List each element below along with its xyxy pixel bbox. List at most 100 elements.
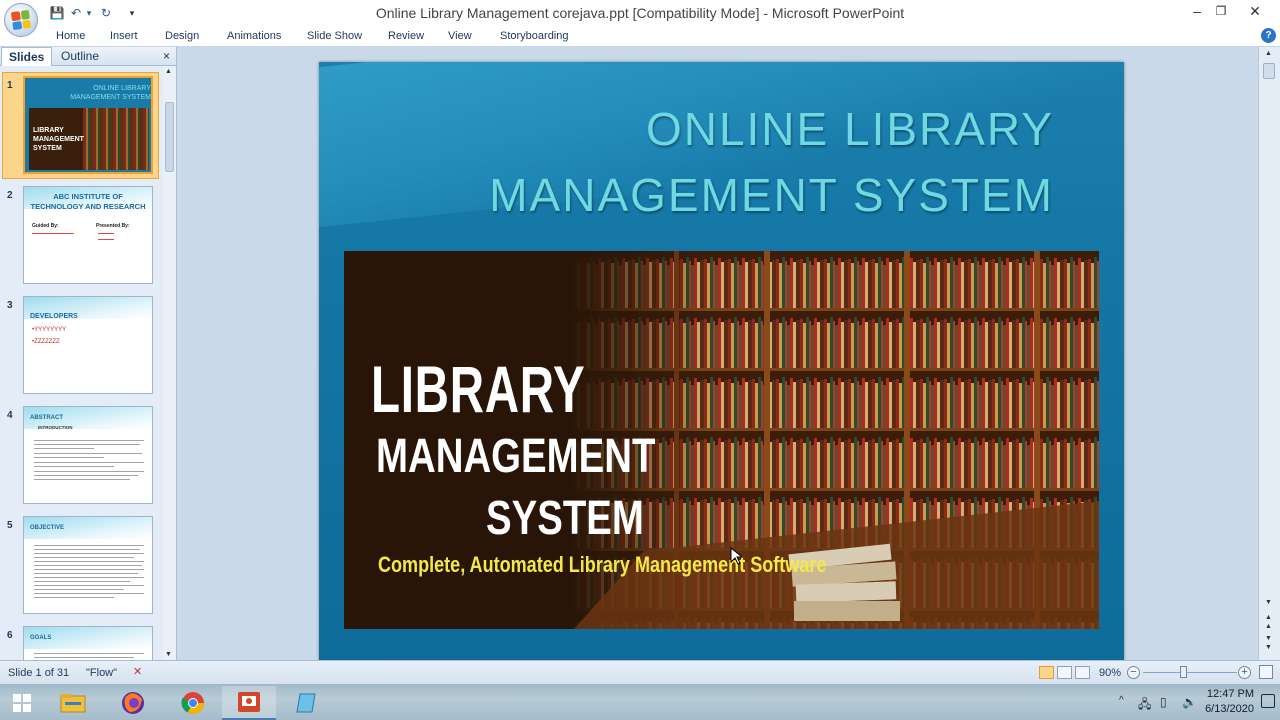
thumb-presented-label: Presented By:: [96, 223, 130, 229]
thumb-text-line: [34, 479, 130, 480]
tab-design[interactable]: Design: [165, 30, 199, 42]
taskbar-firefox[interactable]: [106, 686, 160, 720]
normal-view-button[interactable]: [1039, 666, 1054, 679]
thumb-text-line: [32, 233, 74, 234]
network-icon[interactable]: 🖧: [1138, 695, 1151, 716]
fit-to-window-button[interactable]: [1259, 665, 1273, 679]
zoom-slider[interactable]: [1143, 672, 1237, 673]
thumb-text-line: [34, 585, 144, 586]
taskbar-chrome[interactable]: [166, 686, 220, 720]
tab-insert[interactable]: Insert: [110, 30, 138, 42]
slide-sorter-button[interactable]: [1057, 666, 1072, 679]
powerpoint-icon: [238, 692, 260, 712]
help-icon[interactable]: ?: [1261, 28, 1276, 43]
power-icon[interactable]: ▯: [1160, 695, 1167, 709]
slide-preview: OBJECTIVE: [23, 516, 153, 614]
thumb-text-line: [34, 577, 144, 578]
previous-slide-icon[interactable]: ▲: [1265, 623, 1272, 630]
thumb-text-line: [34, 581, 130, 582]
slide-number: 1: [7, 80, 13, 91]
chrome-icon: [181, 692, 204, 714]
tab-slides[interactable]: Slides: [1, 47, 53, 66]
taskbar-powerpoint[interactable]: [222, 686, 276, 720]
thumb-text-line: [34, 561, 144, 562]
banner-title-line-3: SYSTEM: [486, 492, 644, 545]
thumb-title: OBJECTIVE: [30, 525, 65, 531]
thumb-text-line: [34, 466, 114, 467]
scrollbar-thumb[interactable]: [165, 102, 174, 172]
thumb-text-line: [34, 453, 142, 454]
close-button[interactable]: ✕: [1240, 0, 1270, 22]
scrollbar-thumb[interactable]: [1263, 63, 1275, 79]
thumb-text-line: [34, 573, 138, 574]
library-banner-image[interactable]: LIBRARY MANAGEMENT SYSTEM Complete, Auto…: [344, 251, 1099, 629]
scroll-down-icon[interactable]: ▼: [165, 651, 172, 658]
thumb-text-line: [34, 565, 142, 566]
thumb-guided-label: Guided By:: [32, 223, 59, 229]
zoom-level[interactable]: 90%: [1099, 667, 1121, 679]
windows-logo-icon: [13, 694, 31, 712]
thumb-text-line: [34, 597, 114, 598]
scroll-up-icon[interactable]: ▲: [165, 68, 172, 75]
thumb-title: GOALS: [30, 635, 52, 641]
tab-animations[interactable]: Animations: [227, 30, 281, 42]
restore-button[interactable]: ❐: [1206, 0, 1236, 22]
window-title: Online Library Management corejava.ppt […: [375, 5, 905, 21]
clock-date[interactable]: 6/13/2020: [1184, 703, 1254, 715]
thumb-text-line: [34, 593, 144, 594]
banner-title-line-2: MANAGEMENT: [376, 430, 656, 483]
thumb-title: ONLINE LIBRARY MANAGEMENT SYSTEM: [70, 85, 151, 101]
slide-title-line-2[interactable]: MANAGEMENT SYSTEM: [489, 168, 1054, 222]
thumb-text-line: [34, 457, 104, 458]
zoom-in-button[interactable]: +: [1238, 666, 1251, 679]
slide-preview: ABSTRACT INTRODUCTION: [23, 406, 153, 504]
slide-show-button[interactable]: [1075, 666, 1090, 679]
current-slide[interactable]: ONLINE LIBRARY MANAGEMENT SYSTEM LIBRARY…: [319, 62, 1124, 660]
thumbnail-scrollbar[interactable]: ▲ ▼: [163, 66, 176, 660]
slide-number: 4: [7, 410, 13, 421]
close-panel-icon[interactable]: ×: [163, 49, 170, 63]
notification-icon[interactable]: [1261, 694, 1275, 708]
thumb-text-line: [34, 557, 134, 558]
thumb-text-line: [34, 653, 144, 654]
spellcheck-icon[interactable]: ✕: [133, 666, 145, 678]
windows-taskbar: ^ 🖧 ▯ 🔈 12:47 PM 6/13/2020: [0, 684, 1280, 720]
thumb-text-line: [34, 569, 144, 570]
thumb-text-line: [34, 545, 144, 546]
thumb-shelves: [83, 108, 149, 170]
start-button[interactable]: [0, 686, 44, 720]
title-bar: 💾 ↶ ▾ ↻ ▾ Online Library Management core…: [0, 0, 1280, 26]
slide-title-line-1[interactable]: ONLINE LIBRARY: [646, 102, 1054, 156]
scroll-down-icon[interactable]: ▼: [1265, 599, 1272, 606]
slide-preview: ONLINE LIBRARY MANAGEMENT SYSTEM LIBRARY…: [23, 76, 153, 174]
next-slide-icon[interactable]: ▼: [1265, 635, 1272, 642]
office-button[interactable]: [4, 3, 38, 37]
taskbar-notepad[interactable]: [280, 686, 334, 720]
tray-chevron-icon[interactable]: ^: [1119, 695, 1124, 706]
thumb-text-line: [34, 471, 144, 472]
slide-number: 6: [7, 630, 13, 641]
thumb-text-line: [34, 475, 138, 476]
slide-number: 3: [7, 300, 13, 311]
main-scrollbar[interactable]: ▲ ▼ ▲ ▲ ▼ ▼: [1258, 47, 1280, 660]
tab-view[interactable]: View: [448, 30, 472, 42]
slide-editing-area: ONLINE LIBRARY MANAGEMENT SYSTEM LIBRARY…: [178, 47, 1258, 660]
taskbar-file-explorer[interactable]: [46, 686, 100, 720]
tab-storyboarding[interactable]: Storyboarding: [500, 30, 569, 42]
zoom-slider-handle[interactable]: [1180, 666, 1187, 678]
clock-time[interactable]: 12:47 PM: [1184, 688, 1254, 700]
tab-slide-show[interactable]: Slide Show: [307, 30, 362, 42]
next-slide-icon[interactable]: ▼: [1265, 644, 1272, 651]
zoom-out-button[interactable]: −: [1127, 666, 1140, 679]
notepad-icon: [296, 693, 316, 713]
slide-number: 2: [7, 190, 13, 201]
thumb-text-line: [34, 440, 144, 441]
scroll-up-icon[interactable]: ▲: [1265, 50, 1272, 57]
slide-number: 5: [7, 520, 13, 531]
tab-review[interactable]: Review: [388, 30, 424, 42]
ribbon-tabs: Home Insert Design Animations Slide Show…: [0, 26, 1280, 47]
tab-outline[interactable]: Outline: [54, 47, 106, 66]
previous-slide-icon[interactable]: ▲: [1265, 614, 1272, 621]
thumb-text-line: [34, 657, 134, 658]
tab-home[interactable]: Home: [56, 30, 85, 42]
